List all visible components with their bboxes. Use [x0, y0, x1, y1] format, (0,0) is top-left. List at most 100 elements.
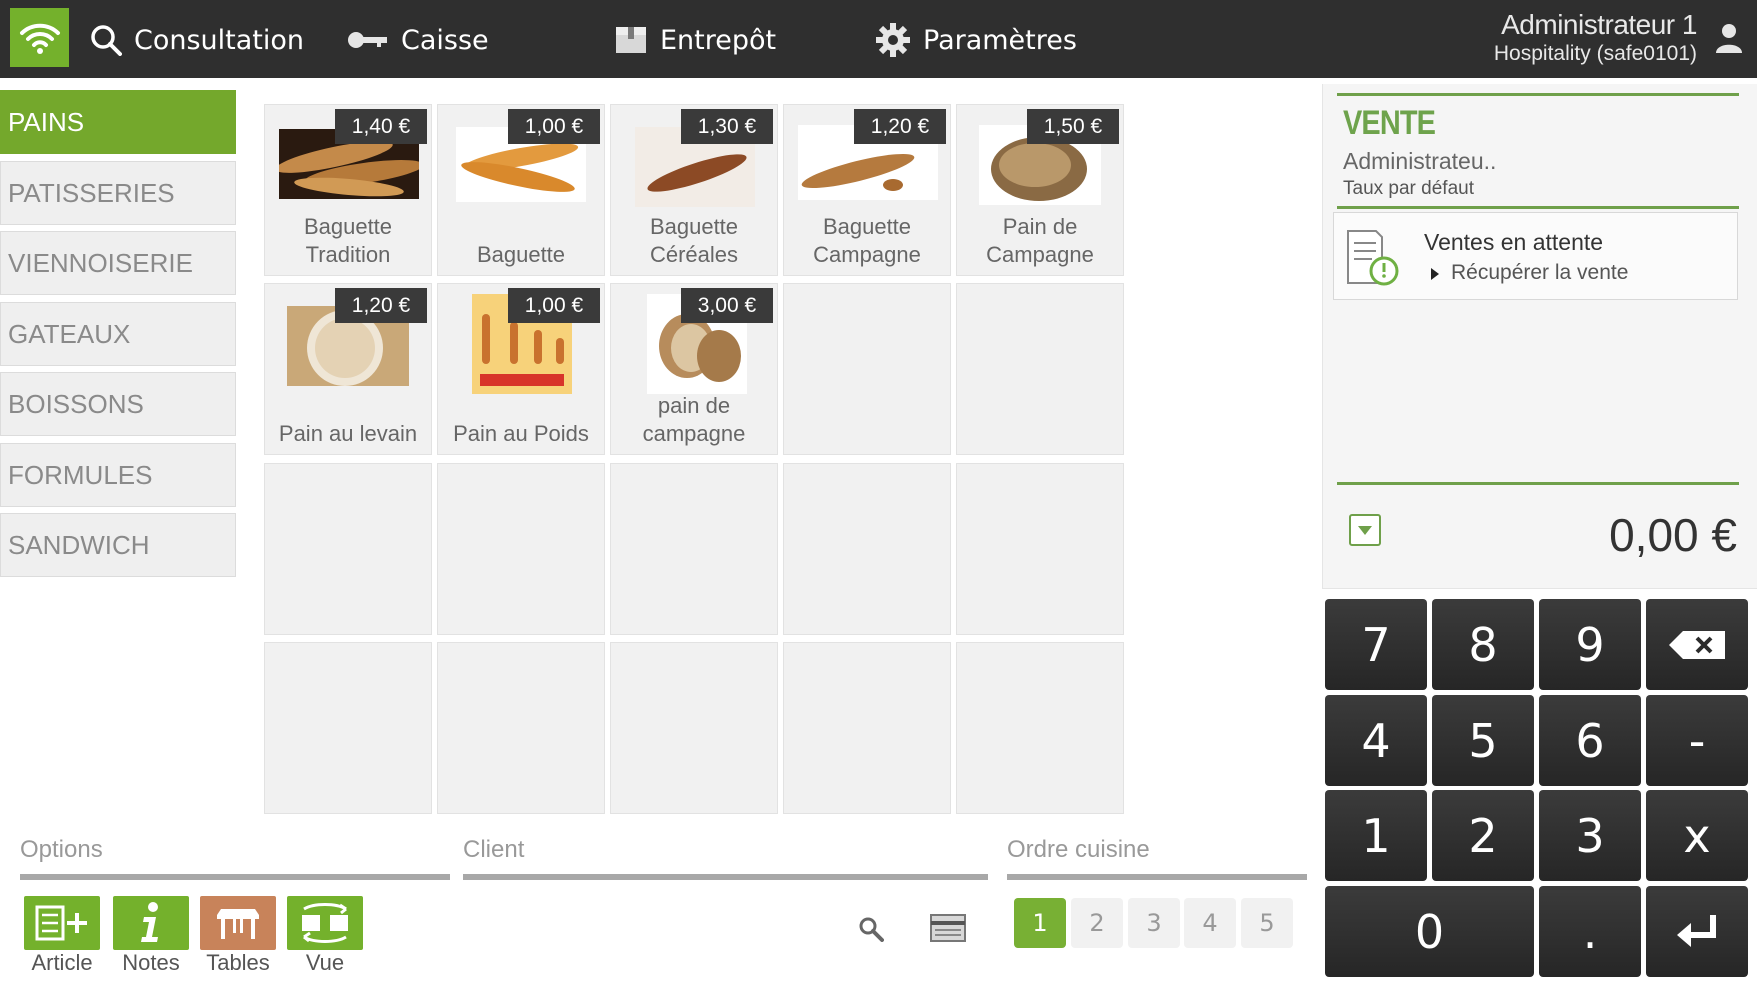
- product-tile[interactable]: 1,50 € Pain de Campagne: [956, 104, 1124, 276]
- nav-consultation[interactable]: Consultation: [90, 18, 304, 62]
- sale-total: 0,00 €: [1609, 509, 1737, 561]
- product-tile[interactable]: 1,20 € Baguette Campagne: [783, 104, 951, 276]
- key-3[interactable]: 3: [1539, 790, 1641, 881]
- nav-entrepot[interactable]: Entrepôt: [614, 18, 776, 62]
- key-9[interactable]: 9: [1539, 599, 1641, 690]
- key-0[interactable]: 0: [1325, 886, 1534, 977]
- category-formules[interactable]: FORMULES: [0, 443, 236, 507]
- key-decimal[interactable]: .: [1539, 886, 1641, 977]
- product-tile[interactable]: 3,00 € pain de campagne: [610, 283, 778, 455]
- empty-tile: [264, 463, 432, 635]
- nav-label: Paramètres: [923, 24, 1077, 56]
- category-label: PAINS: [8, 106, 85, 137]
- product-name: Baguette Tradition: [303, 214, 393, 267]
- key-4[interactable]: 4: [1325, 695, 1427, 786]
- pending-sales-button[interactable]: Ventes en attente Récupérer la vente: [1333, 212, 1738, 300]
- sale-rate: Taux par défaut: [1343, 178, 1474, 199]
- category-label: FORMULES: [8, 459, 153, 490]
- key-6[interactable]: 6: [1539, 695, 1641, 786]
- nav-label: Consultation: [134, 24, 305, 56]
- empty-tile: [783, 463, 951, 635]
- price-badge: 1,00 €: [508, 109, 600, 144]
- product-name: Baguette Céréales: [649, 214, 739, 267]
- price-badge: 1,40 €: [335, 109, 427, 144]
- client-label: Client: [463, 836, 525, 863]
- notes-label: Notes: [122, 950, 180, 975]
- category-label: SANDWICH: [8, 529, 150, 560]
- user-name: Administrateur 1: [1501, 9, 1697, 40]
- category-sandwich[interactable]: SANDWICH: [0, 513, 236, 577]
- table-icon: [217, 909, 259, 939]
- add-article-icon: [35, 905, 87, 941]
- category-boissons[interactable]: BOISSONS: [0, 372, 236, 436]
- key-7[interactable]: 7: [1325, 599, 1427, 690]
- category-viennoiserie[interactable]: VIENNOISERIE: [0, 231, 236, 295]
- key-minus[interactable]: -: [1646, 695, 1748, 786]
- key-multiply[interactable]: x: [1646, 790, 1748, 881]
- order-5[interactable]: 5: [1241, 898, 1293, 948]
- nav-parametres[interactable]: Paramètres: [875, 18, 1077, 62]
- article-button[interactable]: [24, 896, 100, 950]
- price-badge: 1,50 €: [1027, 109, 1119, 144]
- expand-toggle-button[interactable]: [1349, 514, 1381, 546]
- category-gateaux[interactable]: GATEAUX: [0, 302, 236, 366]
- empty-tile: [956, 283, 1124, 455]
- chevron-down-icon: [1358, 526, 1372, 535]
- tables-button[interactable]: [200, 896, 276, 950]
- product-tile[interactable]: 1,00 € Pain au Poids: [437, 283, 605, 455]
- category-label: GATEAUX: [8, 318, 131, 349]
- sale-user: Administrateu..: [1343, 148, 1497, 174]
- wifi-status-button[interactable]: [10, 8, 69, 67]
- backspace-key[interactable]: [1646, 599, 1748, 690]
- article-label: Article: [31, 950, 93, 975]
- category-patisseries[interactable]: PATISSERIES: [0, 161, 236, 225]
- pending-sales-icon: [1347, 230, 1399, 286]
- user-icon[interactable]: [1715, 22, 1743, 54]
- empty-tile: [437, 463, 605, 635]
- nav-caisse[interactable]: Caisse: [347, 18, 489, 62]
- empty-tile: [783, 283, 951, 455]
- order-2[interactable]: 2: [1071, 898, 1123, 948]
- caret-right-icon: [1431, 268, 1439, 280]
- order-4[interactable]: 4: [1184, 898, 1236, 948]
- client-card-icon[interactable]: [930, 914, 966, 942]
- empty-tile: [783, 642, 951, 814]
- notes-button[interactable]: [113, 896, 189, 950]
- key-8[interactable]: 8: [1432, 599, 1534, 690]
- enter-key[interactable]: [1646, 886, 1748, 977]
- product-tile[interactable]: 1,00 € Baguette: [437, 104, 605, 276]
- wifi-icon: [19, 23, 60, 54]
- client-search-icon[interactable]: [858, 916, 884, 942]
- key-1[interactable]: 1: [1325, 790, 1427, 881]
- product-name: Pain de Campagne: [986, 214, 1094, 267]
- empty-tile: [610, 463, 778, 635]
- ordre-label: Ordre cuisine: [1007, 836, 1150, 863]
- price-badge: 1,00 €: [508, 288, 600, 323]
- view-button[interactable]: [287, 896, 363, 950]
- client-divider: [463, 874, 988, 880]
- empty-tile: [437, 642, 605, 814]
- price-badge: 1,20 €: [335, 288, 427, 323]
- pending-sales-title: Ventes en attente: [1424, 229, 1604, 255]
- order-3[interactable]: 3: [1128, 898, 1180, 948]
- product-tile[interactable]: 1,30 € Baguette Céréales: [610, 104, 778, 276]
- product-name: Baguette: [476, 242, 566, 267]
- user-info[interactable]: Administrateur 1 Hospitality (safe0101): [1493, 8, 1698, 66]
- key-5[interactable]: 5: [1432, 695, 1534, 786]
- category-label: BOISSONS: [8, 388, 144, 419]
- category-label: VIENNOISERIE: [8, 247, 193, 278]
- user-company: Hospitality (safe0101): [1493, 42, 1697, 65]
- price-badge: 3,00 €: [681, 288, 773, 323]
- search-icon: [91, 25, 122, 56]
- product-tile[interactable]: 1,40 € Baguette Tradition: [264, 104, 432, 276]
- tables-label: Tables: [206, 950, 270, 975]
- key-2[interactable]: 2: [1432, 790, 1534, 881]
- enter-icon: [1677, 914, 1716, 947]
- view-label: Vue: [305, 950, 345, 975]
- recover-sale-link[interactable]: Récupérer la vente: [1451, 261, 1628, 285]
- nav-label: Entrepôt: [660, 24, 777, 56]
- product-tile[interactable]: 1,20 € Pain au levain: [264, 283, 432, 455]
- order-1[interactable]: 1: [1014, 898, 1066, 948]
- category-pains[interactable]: PAINS: [0, 90, 236, 154]
- empty-tile: [956, 642, 1124, 814]
